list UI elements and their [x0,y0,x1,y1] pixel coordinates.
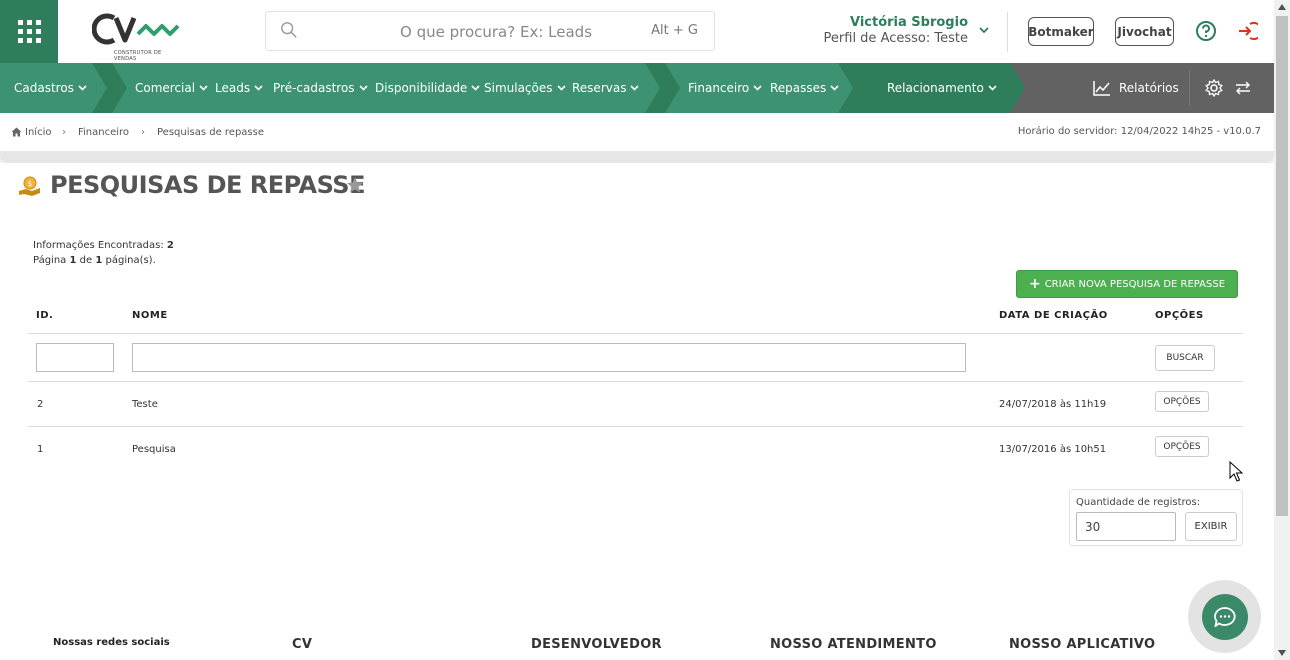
main-navigation: Cadastros Comercial Leads Pré-cadastros … [0,63,1274,113]
jivochat-button[interactable]: Jivochat [1115,17,1174,46]
mouse-cursor-icon [1229,461,1243,482]
row-date: 24/07/2018 às 11h19 [999,399,1107,410]
botmaker-button[interactable]: Botmaker [1028,17,1094,46]
row-options-button[interactable]: OPÇÕES [1155,391,1209,412]
scroll-down-icon[interactable] [1278,650,1286,656]
nav-item-simulacoes[interactable]: Simulações [484,81,566,95]
user-name: Victória Sbrogio [849,15,968,30]
user-menu[interactable]: Victória Sbrogio Perfil de Acesso: Teste [824,15,968,46]
star-icon[interactable] [346,176,364,194]
search-icon [281,22,297,38]
user-profile: Perfil de Acesso: Teste [823,31,968,46]
chevron-down-icon [254,85,263,91]
column-header-date[interactable]: DATA DE CRIAÇÃO [999,310,1108,321]
home-icon [11,127,22,137]
chevron-down-icon [471,85,480,91]
divider [28,426,1243,427]
nav-item-repasses[interactable]: Repasses [770,81,839,95]
records-per-page-input[interactable]: 30 [1076,512,1176,541]
search-shortcut: Alt + G [651,23,698,38]
row-id: 2 [37,399,44,410]
content-card: $ PESQUISAS DE REPASSE Informações Encon… [0,163,1274,660]
scrollbar-thumb[interactable] [1276,16,1288,516]
scroll-up-icon[interactable] [1278,4,1286,10]
apps-menu-button[interactable] [0,0,58,63]
results-count: 2 [166,240,174,251]
footer-col-cv: CV [292,637,313,652]
nav-divider [1189,71,1190,105]
name-filter-input[interactable] [132,343,966,372]
column-header-options: OPÇÕES [1155,310,1204,321]
footer-col-app: NOSSO APLICATIVO [1009,637,1156,652]
arrows-exchange-icon[interactable] [1235,81,1251,95]
row-options-button[interactable]: OPÇÕES [1155,436,1209,457]
chat-widget-button[interactable] [1188,580,1261,653]
show-button[interactable]: EXIBIR [1185,512,1237,541]
results-info: Informações Encontradas: 2 Página 1 de 1… [33,240,174,266]
plus-icon: + [1028,276,1041,292]
column-header-id[interactable]: ID. [36,310,53,321]
top-header: CONSTRUTOR DE VENDAS O que procura? Ex: … [0,0,1274,63]
breadcrumb-current: Pesquisas de repasse [157,127,264,138]
page-scrollbar[interactable] [1274,0,1290,660]
svg-text:$: $ [28,180,32,188]
logo-tagline: CONSTRUTOR DE VENDAS [114,50,162,62]
header-divider [1007,12,1008,52]
page-title: PESQUISAS DE REPASSE [50,171,365,199]
nav-item-comercial[interactable]: Comercial [135,81,208,95]
create-research-button[interactable]: + CRIAR NOVA PESQUISA DE REPASSE [1016,270,1238,298]
footer-social-title: Nossas redes sociais [53,637,170,648]
money-hand-icon: $ [19,176,40,196]
help-icon[interactable] [1195,20,1217,42]
column-header-name[interactable]: NOME [132,310,168,321]
cv-logo[interactable]: CONSTRUTOR DE VENDAS [91,12,184,62]
row-name: Pesquisa [132,444,176,455]
chevron-down-icon [830,85,839,91]
breadcrumb: Início › Financeiro › Pesquisas de repas… [0,113,1274,151]
records-per-page: Quantidade de registros: 30 EXIBIR [1069,489,1243,546]
breadcrumb-home[interactable]: Início [25,127,51,138]
chevron-down-icon [753,85,762,91]
nav-item-disponibilidade[interactable]: Disponibilidade [375,81,480,95]
chevron-down-icon [358,85,368,91]
breadcrumb-separator: › [141,127,145,138]
nav-item-relacionamento[interactable]: Relacionamento [887,81,997,95]
cv-logo-mark [91,13,180,45]
footer-col-developer: DESENVOLVEDOR [531,637,662,652]
chat-icon [1213,606,1236,627]
chevron-down-icon[interactable] [978,25,990,35]
records-per-page-label: Quantidade de registros: [1076,497,1201,508]
gear-icon[interactable] [1205,79,1223,97]
search-box[interactable]: O que procura? Ex: Leads Alt + G [265,11,715,51]
breadcrumb-financeiro[interactable]: Financeiro [78,127,129,138]
header-shadow [0,151,1274,163]
chevron-down-icon [78,85,87,91]
chevron-down-icon [199,85,208,91]
footer-col-support: NOSSO ATENDIMENTO [770,637,937,652]
nav-item-pre-cadastros[interactable]: Pré-cadastros [273,81,368,95]
row-name: Teste [132,399,158,410]
breadcrumb-separator: › [62,127,66,138]
chevron-down-icon [556,85,566,91]
search-placeholder: O que procura? Ex: Leads [400,23,593,41]
row-id: 1 [37,444,44,455]
nav-item-relatorios[interactable]: Relatórios [1093,80,1179,96]
nav-item-reservas[interactable]: Reservas [572,81,640,95]
search-button[interactable]: BUSCAR [1155,345,1215,371]
nav-item-leads[interactable]: Leads [215,81,263,95]
divider [28,333,1243,334]
chevron-down-icon [988,85,997,91]
nav-item-financeiro[interactable]: Financeiro [688,81,762,95]
nav-item-cadastros[interactable]: Cadastros [14,81,87,95]
grid-icon [17,20,41,43]
chart-line-icon [1093,81,1110,96]
id-filter-input[interactable] [36,343,114,372]
chevron-down-icon [630,85,640,91]
logout-icon[interactable] [1236,20,1258,42]
server-time: Horário do servidor: 12/04/2022 14h25 - … [1017,126,1261,137]
divider [28,381,1243,382]
row-date: 13/07/2016 às 10h51 [999,444,1107,455]
